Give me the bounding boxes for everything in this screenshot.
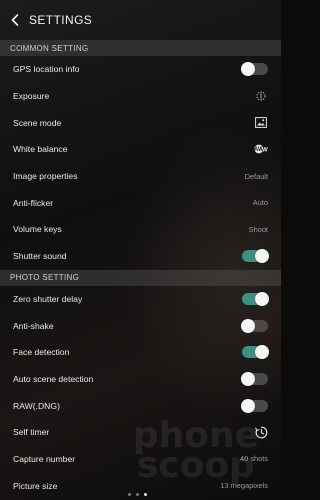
toggle-knob — [255, 249, 269, 264]
setting-label: RAW(.DNG) — [13, 400, 60, 411]
raw-dng-toggle[interactable] — [241, 398, 268, 413]
setting-row-gps-location-info[interactable]: GPS location info — [0, 56, 281, 83]
setting-row-raw-dng[interactable]: RAW(.DNG) — [0, 392, 281, 419]
setting-label: Image properties — [13, 171, 78, 182]
toggle-knob — [255, 291, 269, 306]
setting-label: Exposure — [13, 91, 50, 102]
toggle-knob — [255, 345, 269, 360]
gps-location-toggle[interactable] — [241, 62, 268, 77]
setting-label: Capture number — [13, 453, 76, 464]
anti-shake-toggle[interactable] — [241, 318, 268, 333]
setting-label: Scene mode — [13, 117, 62, 128]
auto-scene-detection-toggle[interactable] — [241, 371, 268, 386]
setting-row-scene-mode[interactable]: Scene mode — [0, 109, 281, 136]
setting-row-exposure[interactable]: Exposure — [0, 83, 281, 110]
setting-row-white-balance[interactable]: White balance AW W — [0, 136, 281, 163]
chevron-left-icon — [11, 14, 19, 26]
setting-row-image-properties[interactable]: Image properties Default — [0, 163, 281, 190]
scene-image-icon — [254, 116, 268, 130]
setting-label: Zero shutter delay — [13, 293, 83, 304]
page-indicator — [128, 493, 147, 496]
setting-label: Shutter sound — [13, 251, 67, 262]
setting-row-anti-flicker[interactable]: Anti-flicker Auto — [0, 189, 281, 216]
setting-row-volume-keys[interactable]: Volume keys Shoot — [0, 216, 281, 243]
setting-value: Default — [244, 171, 268, 181]
page-dot — [128, 493, 131, 496]
setting-row-zero-shutter-delay[interactable]: Zero shutter delay — [0, 286, 281, 313]
toggle-knob — [241, 398, 255, 413]
setting-label: Anti-flicker — [13, 197, 54, 208]
section-header-common: COMMON SETTING — [0, 40, 281, 56]
page-dot-active — [144, 493, 147, 496]
setting-row-self-timer[interactable]: Self timer — [0, 419, 281, 446]
svg-text:W: W — [262, 147, 268, 154]
timer-icon — [254, 425, 268, 439]
shutter-sound-toggle[interactable] — [242, 249, 269, 264]
toggle-knob — [241, 371, 255, 386]
setting-label: Auto scene detection — [13, 373, 94, 384]
setting-value: Auto — [252, 198, 268, 208]
toggle-knob — [241, 62, 255, 77]
setting-row-capture-number[interactable]: Capture number 40 shots — [0, 446, 281, 473]
setting-row-anti-shake[interactable]: Anti-shake — [0, 312, 281, 339]
setting-label: Picture size — [13, 480, 58, 491]
page-dot — [136, 493, 139, 496]
setting-row-shutter-sound[interactable]: Shutter sound — [0, 243, 281, 270]
auto-white-balance-icon: AW W — [254, 142, 268, 156]
zero-shutter-delay-toggle[interactable] — [242, 291, 269, 306]
camera-settings-screen: SETTINGS COMMON SETTING GPS location inf… — [0, 0, 281, 500]
toggle-knob — [241, 318, 255, 333]
setting-value: Shoot — [248, 224, 268, 234]
setting-label: Self timer — [13, 427, 50, 438]
setting-label: Anti-shake — [13, 320, 54, 331]
back-button[interactable] — [8, 10, 22, 30]
setting-label: Face detection — [13, 347, 70, 358]
exposure-icon — [254, 89, 268, 103]
setting-label: GPS location info — [13, 64, 80, 75]
section-header-photo: PHOTO SETTING — [0, 269, 281, 286]
setting-row-auto-scene-detection[interactable]: Auto scene detection — [0, 366, 281, 393]
setting-label: White balance — [13, 144, 68, 155]
setting-value: 40 shots — [240, 454, 268, 464]
top-bar: SETTINGS — [0, 0, 281, 40]
setting-label: Volume keys — [13, 224, 62, 235]
page-title: SETTINGS — [29, 13, 93, 27]
setting-value: 13 megapixels — [220, 481, 268, 491]
setting-row-face-detection[interactable]: Face detection — [0, 339, 281, 366]
face-detection-toggle[interactable] — [242, 345, 269, 360]
